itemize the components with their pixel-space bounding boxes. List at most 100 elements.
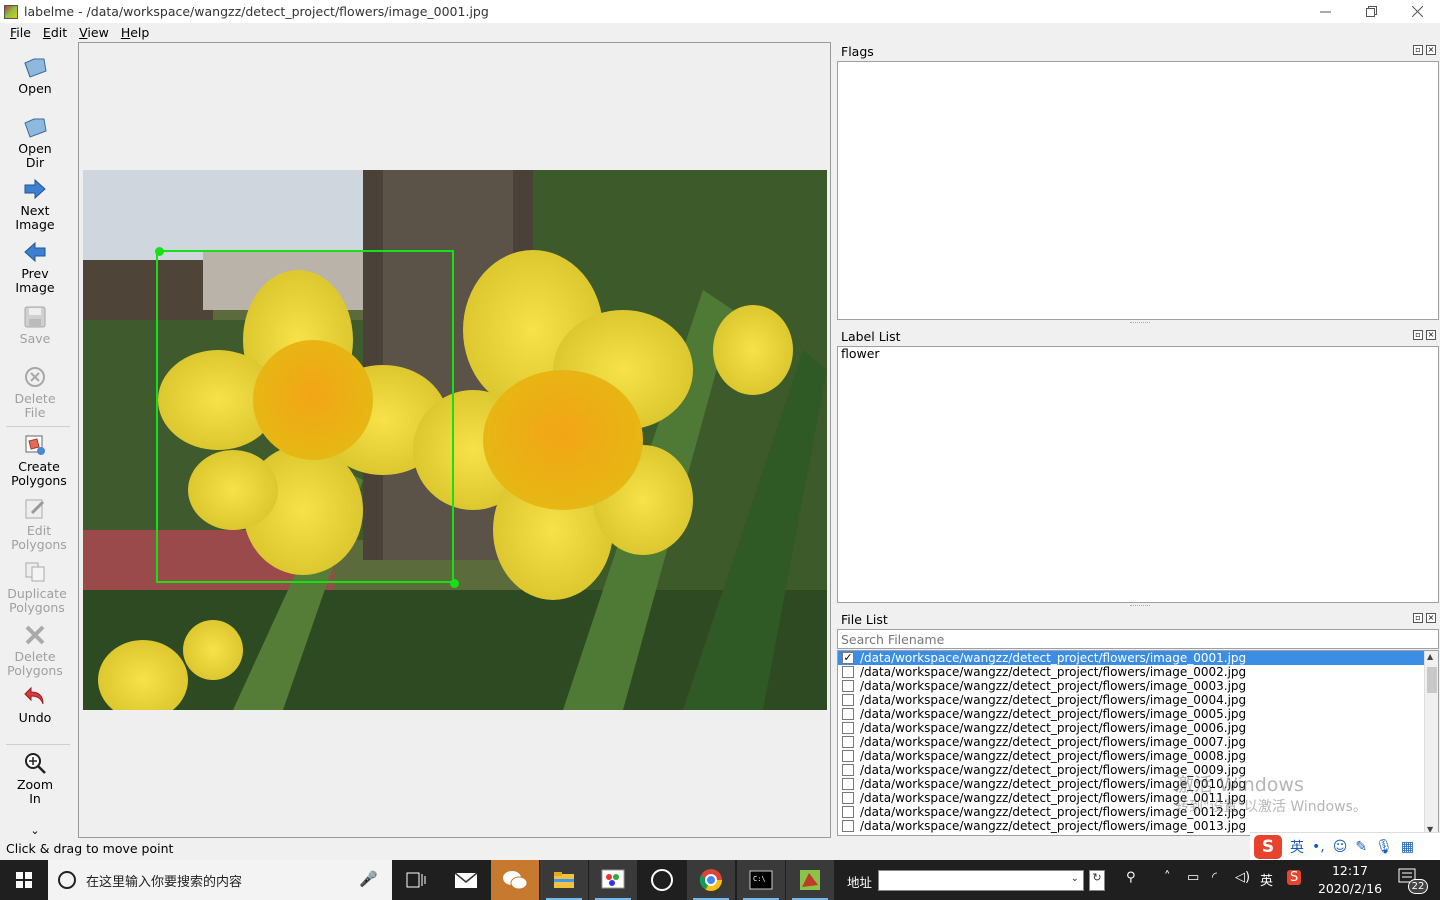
file-list-item[interactable]: /data/workspace/wangzz/detect_project/fl… <box>838 707 1438 721</box>
close-icon[interactable]: × <box>1426 45 1436 55</box>
file-list-item[interactable]: /data/workspace/wangzz/detect_project/fl… <box>838 749 1438 763</box>
arrow-left-icon <box>22 239 48 265</box>
menu-file[interactable]: File <box>4 25 37 40</box>
file-checkbox[interactable] <box>842 680 854 692</box>
file-checkbox[interactable] <box>842 736 854 748</box>
dock-splitter-2[interactable] <box>1130 605 1150 608</box>
bounding-box-flower[interactable] <box>156 250 454 583</box>
file-list-item[interactable]: /data/workspace/wangzz/detect_project/fl… <box>838 693 1438 707</box>
close-icon[interactable]: × <box>1426 613 1436 623</box>
file-checkbox[interactable] <box>842 820 854 832</box>
address-go-button[interactable]: ↻ <box>1089 870 1105 891</box>
ime-mode[interactable]: 英 <box>1290 837 1304 857</box>
battery-icon[interactable]: ▭ <box>1187 870 1199 885</box>
mail-app-button[interactable] <box>442 860 490 900</box>
file-checkbox[interactable] <box>842 750 854 762</box>
file-checkbox[interactable]: ✓ <box>842 652 854 664</box>
tool-bar: Open Open Dir Next Image Prev Image Save… <box>0 42 76 838</box>
svg-text:C:\: C:\ <box>753 875 766 883</box>
file-list-item[interactable]: /data/workspace/wangzz/detect_project/fl… <box>838 721 1438 735</box>
menu-help[interactable]: Help <box>115 25 156 40</box>
file-list-item[interactable]: /data/workspace/wangzz/detect_project/fl… <box>838 819 1438 833</box>
close-icon[interactable]: × <box>1426 330 1436 340</box>
dock-splitter[interactable] <box>1130 322 1150 325</box>
system-clock[interactable]: 12:17 2020/2/16 <box>1314 862 1386 898</box>
file-list-item[interactable]: /data/workspace/wangzz/detect_project/fl… <box>838 735 1438 749</box>
file-checkbox[interactable] <box>842 806 854 818</box>
file-checkbox[interactable] <box>842 708 854 720</box>
labelme-app-button[interactable] <box>786 860 834 900</box>
sogou-logo-icon[interactable]: S <box>1254 834 1282 859</box>
wifi-icon[interactable]: ◜ <box>1212 870 1217 885</box>
terminal-app-button[interactable]: C:\ <box>737 860 785 900</box>
file-list-item[interactable]: /data/workspace/wangzz/detect_project/fl… <box>838 679 1438 693</box>
paint-app-button[interactable] <box>589 860 637 900</box>
prev-image-button[interactable]: Prev Image <box>0 239 70 295</box>
bbox-corner-bottom-right[interactable] <box>450 579 459 588</box>
undo-button[interactable]: Undo <box>0 683 70 725</box>
ime-punctuation[interactable]: •, <box>1312 839 1325 855</box>
microphone-icon[interactable]: 🎤 <box>359 870 378 888</box>
address-dropdown-icon[interactable]: ⌄ <box>1071 873 1079 884</box>
sogou-tray-icon[interactable]: S <box>1287 870 1302 885</box>
file-list-item[interactable]: ✓ /data/workspace/wangzz/detect_project/f… <box>838 651 1425 665</box>
address-input[interactable]: ⌄ <box>878 870 1084 891</box>
label-list-dock-title: Label List <box>841 329 901 344</box>
wechat-app-button[interactable] <box>491 860 539 900</box>
show-hidden-icons-chevron-icon[interactable]: ˄ <box>1164 870 1171 885</box>
menu-edit[interactable]: Edit <box>37 25 73 40</box>
create-polygons-button[interactable]: Create Polygons <box>0 432 70 488</box>
flags-panel[interactable] <box>837 61 1439 320</box>
close-button[interactable] <box>1394 0 1440 23</box>
grid-icon[interactable]: ▦ <box>1401 839 1414 855</box>
file-checkbox[interactable] <box>842 764 854 776</box>
file-checkbox[interactable] <box>842 778 854 790</box>
file-checkbox[interactable] <box>842 666 854 678</box>
chrome-app-button[interactable] <box>687 860 735 900</box>
open-button[interactable]: Open <box>0 54 70 96</box>
scroll-up-icon[interactable]: ▲ <box>1427 652 1433 661</box>
float-icon[interactable]: ▫ <box>1413 45 1423 55</box>
save-button[interactable]: Save <box>0 304 70 346</box>
app-circle-button[interactable] <box>638 860 686 900</box>
float-icon[interactable]: ▫ <box>1413 613 1423 623</box>
emoji-icon[interactable]: ☺ <box>1333 839 1348 855</box>
minimize-button[interactable] <box>1302 0 1348 23</box>
delete-polygons-label-line2: Polygons <box>7 663 63 678</box>
task-view-button[interactable] <box>392 860 440 900</box>
file-checkbox[interactable] <box>842 694 854 706</box>
edit-polygons-button[interactable]: Edit Polygons <box>0 496 70 552</box>
create-polygons-label-line2: Polygons <box>11 473 67 488</box>
volume-icon[interactable]: ◁) <box>1235 870 1250 885</box>
search-filename-input[interactable]: Search Filename <box>837 629 1439 649</box>
delete-polygon-icon <box>22 622 48 648</box>
file-list-item[interactable]: /data/workspace/wangzz/detect_project/fl… <box>838 665 1438 679</box>
skin-icon[interactable]: ✎ <box>1355 839 1367 855</box>
canvas[interactable] <box>78 42 831 838</box>
taskbar-search[interactable]: 在这里输入你要搜索的内容 🎤 <box>48 860 392 900</box>
file-explorer-button[interactable] <box>540 860 588 900</box>
duplicate-polygons-button[interactable]: Duplicate Polygons <box>0 559 70 615</box>
start-button[interactable] <box>0 860 48 900</box>
tray-ime-mode[interactable]: 英 <box>1260 870 1273 889</box>
menu-view[interactable]: View <box>73 25 115 40</box>
zoom-in-button[interactable]: Zoom In <box>0 750 70 806</box>
mic-icon[interactable]: 🎙 <box>1375 839 1393 855</box>
file-list-scrollbar[interactable]: ▲ ▼ <box>1424 651 1438 835</box>
delete-polygons-button[interactable]: Delete Polygons <box>0 622 70 678</box>
open-dir-button[interactable]: Open Dir <box>0 114 70 170</box>
float-icon[interactable]: ▫ <box>1413 330 1423 340</box>
action-center-button[interactable]: 22 <box>1398 868 1428 894</box>
label-list-panel[interactable]: flower <box>837 346 1439 603</box>
file-checkbox[interactable] <box>842 722 854 734</box>
toolbar-more-button[interactable]: ⌄ <box>0 824 70 838</box>
bbox-corner-top-left[interactable] <box>155 247 164 256</box>
scrollbar-thumb[interactable] <box>1427 667 1437 693</box>
people-icon[interactable]: ⚲ <box>1126 870 1136 885</box>
windows-logo-icon <box>16 872 32 888</box>
restore-button[interactable] <box>1348 0 1394 23</box>
delete-file-button[interactable]: Delete File <box>0 364 70 420</box>
next-image-button[interactable]: Next Image <box>0 176 70 232</box>
file-checkbox[interactable] <box>842 792 854 804</box>
label-list-item[interactable]: flower <box>838 347 1438 361</box>
